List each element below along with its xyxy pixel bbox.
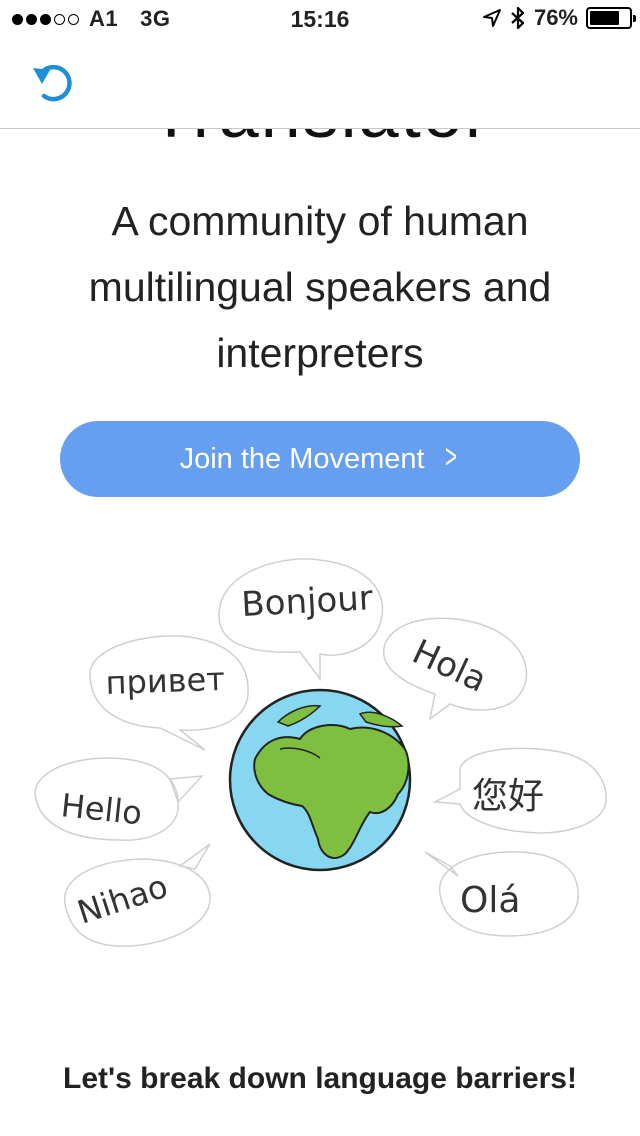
top-bar: [0, 40, 640, 129]
tagline: A community of human multilingual speake…: [88, 198, 552, 376]
join-movement-button[interactable]: Join the Movement >: [60, 421, 580, 497]
location-arrow-icon: [482, 9, 501, 27]
join-movement-label: Join the Movement: [179, 442, 425, 475]
battery-percentage: 76%: [533, 5, 578, 30]
reload-icon[interactable]: [28, 58, 82, 108]
page-content: Translator A community of human multilin…: [0, 128, 640, 1136]
bubble-text-bonjour: Bonjour: [240, 578, 373, 625]
bubble-text-ninhao: 您好: [472, 776, 544, 817]
chevron-right-icon: >: [444, 438, 457, 476]
section-headline: Let's break down language barriers!: [63, 1062, 577, 1095]
bluetooth-icon: [511, 6, 525, 30]
language-bubbles-illustration: Bonjour привет Hola Hello 您好 Nihao Olá: [34, 558, 607, 947]
globe-icon: [228, 688, 412, 872]
page-title: Translator: [0, 128, 640, 154]
bubble-text-privet: привет: [105, 660, 225, 702]
battery-icon: [586, 7, 636, 29]
bubble-text-ola: Olá: [460, 880, 520, 921]
status-bar: A1 3G 15:16 76%: [0, 0, 640, 40]
